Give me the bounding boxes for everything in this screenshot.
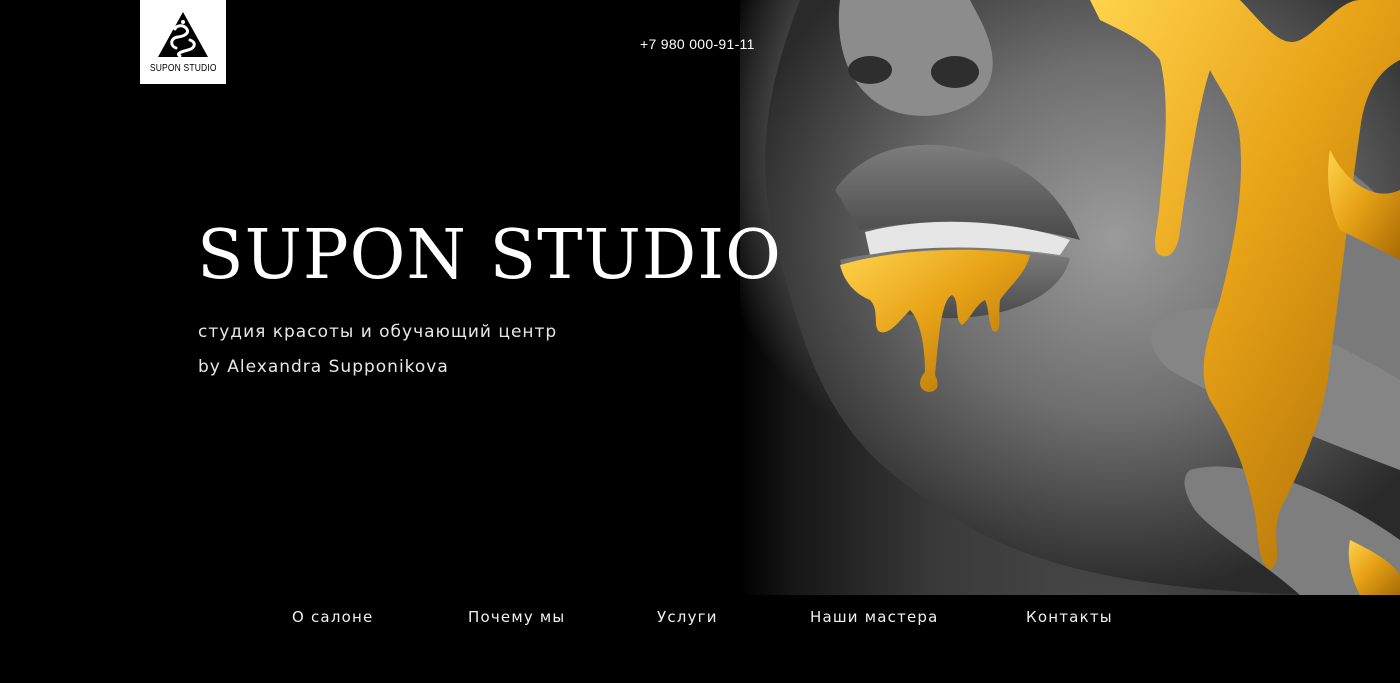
main-nav: О салоне Почему мы Услуги Наши мастера К… (0, 608, 1400, 632)
nav-item-why-us[interactable]: Почему мы (468, 608, 565, 626)
logo-emblem-icon (158, 12, 208, 58)
phone-link[interactable]: +7 980 000-91-11 (640, 36, 755, 52)
hero-photo-illustration (765, 0, 1400, 595)
nav-item-contacts[interactable]: Контакты (1026, 608, 1113, 626)
logo[interactable]: SUPON STUDIO (140, 0, 226, 84)
hero-byline: by Alexandra Supponikova (198, 357, 449, 377)
nav-item-masters[interactable]: Наши мастера (810, 608, 939, 626)
hero-title: SUPON STUDIO (197, 216, 782, 295)
hero-subtitle: студия красоты и обучающий центр (198, 322, 558, 342)
hero-photo (740, 0, 1400, 595)
nav-item-services[interactable]: Услуги (657, 608, 718, 626)
nav-item-about[interactable]: О салоне (292, 608, 373, 626)
logo-text: SUPON STUDIO (149, 63, 217, 74)
